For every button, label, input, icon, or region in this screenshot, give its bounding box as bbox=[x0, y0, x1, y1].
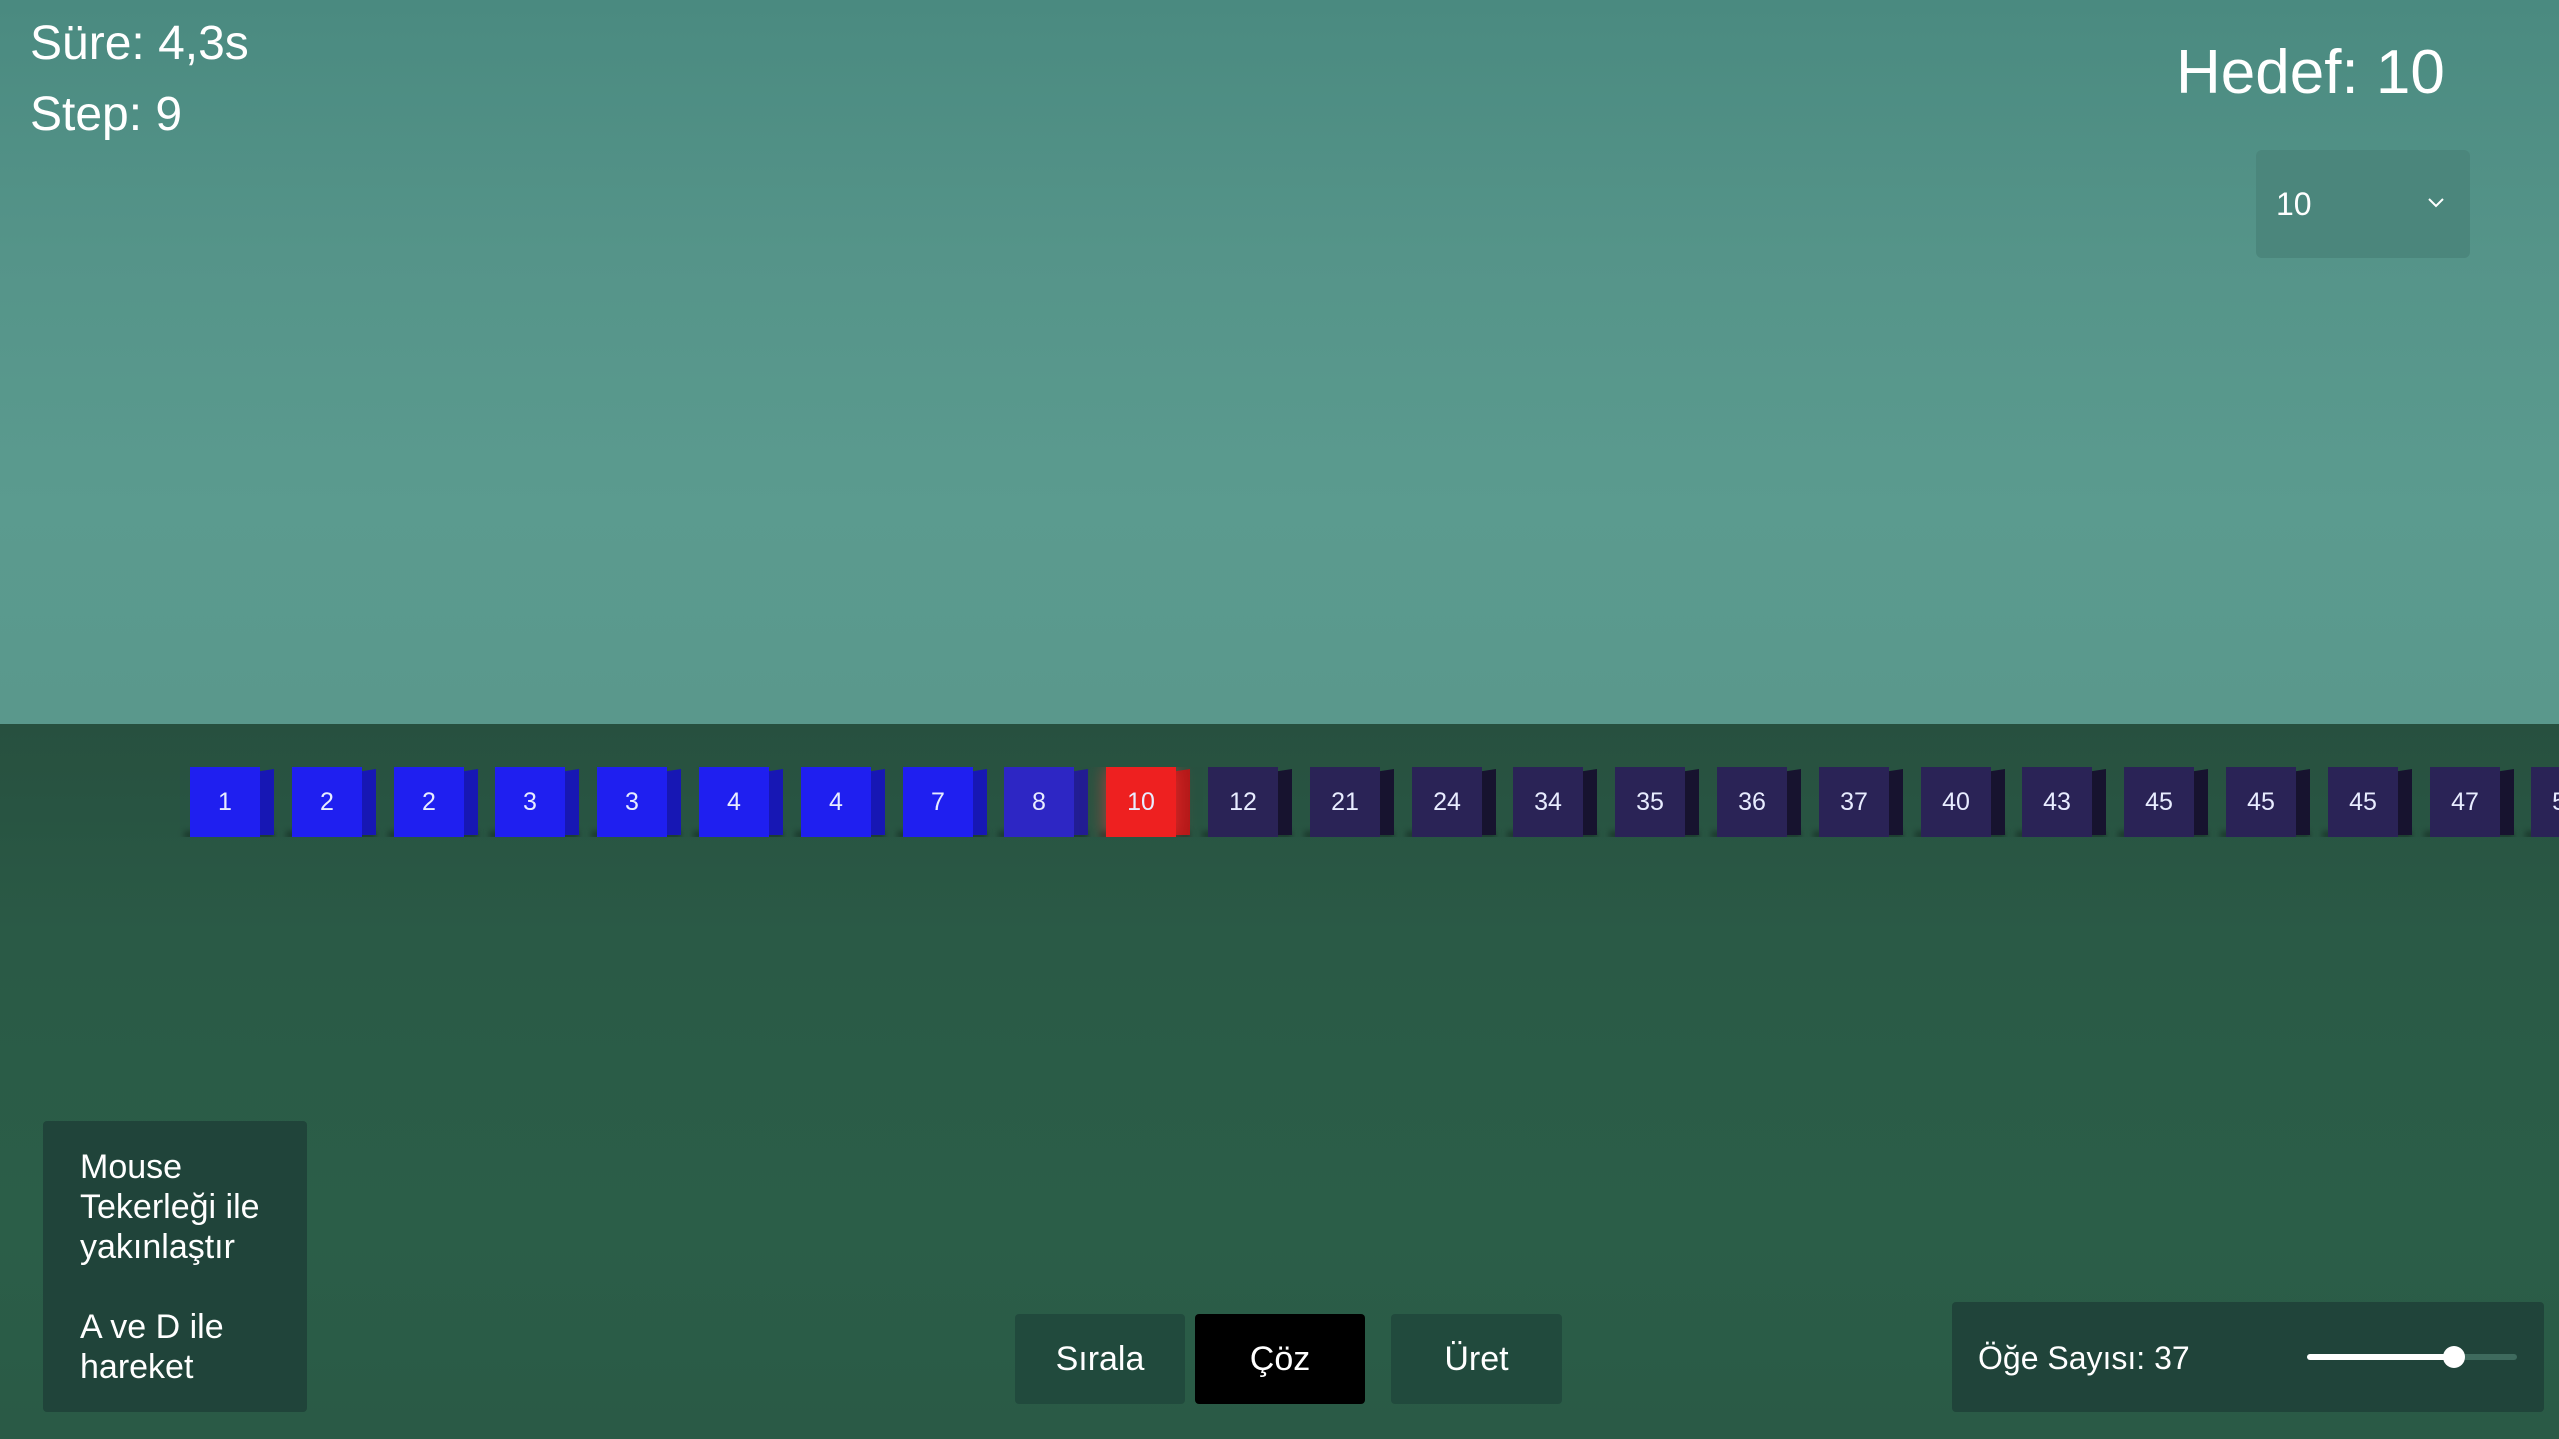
array-cube: 35 bbox=[1609, 767, 1701, 837]
array-cube: 3 bbox=[591, 767, 683, 837]
array-cubes-row: 122334478101221243435363740434545454750 bbox=[0, 767, 2559, 837]
array-cube: 34 bbox=[1507, 767, 1599, 837]
timer-label: Süre: 4,3s bbox=[30, 17, 249, 70]
help-move-text: A ve D ile hareket bbox=[80, 1308, 224, 1386]
array-cube: 2 bbox=[286, 767, 378, 837]
cube-value: 3 bbox=[597, 767, 667, 837]
cube-value: 47 bbox=[2430, 767, 2500, 837]
cube-value: 2 bbox=[394, 767, 464, 837]
array-cube: 7 bbox=[897, 767, 989, 837]
cube-value: 10 bbox=[1106, 767, 1176, 837]
chevron-down-icon bbox=[2428, 198, 2444, 208]
array-cube: 45 bbox=[2118, 767, 2210, 837]
array-cube: 10 bbox=[1100, 767, 1192, 837]
array-cube: 1 bbox=[184, 767, 276, 837]
cube-value: 36 bbox=[1717, 767, 1787, 837]
cube-value: 3 bbox=[495, 767, 565, 837]
array-cube: 24 bbox=[1406, 767, 1498, 837]
array-cube: 4 bbox=[693, 767, 785, 837]
help-zoom-text: Mouse Tekerleği ile yakınlaştır bbox=[80, 1148, 260, 1266]
target-label: Hedef: 10 bbox=[2176, 38, 2445, 107]
cube-value: 37 bbox=[1819, 767, 1889, 837]
array-cube: 47 bbox=[2424, 767, 2516, 837]
array-cube: 50 bbox=[2525, 767, 2559, 837]
target-dropdown-value: 10 bbox=[2276, 185, 2312, 222]
slider-thumb[interactable] bbox=[2443, 1346, 2465, 1368]
cube-value: 45 bbox=[2328, 767, 2398, 837]
item-count-panel: Öğe Sayısı: 37 bbox=[1952, 1302, 2544, 1412]
array-cube: 3 bbox=[489, 767, 581, 837]
array-cube: 36 bbox=[1711, 767, 1803, 837]
cube-value: 2 bbox=[292, 767, 362, 837]
cube-value: 12 bbox=[1208, 767, 1278, 837]
cube-value: 43 bbox=[2022, 767, 2092, 837]
generate-button[interactable]: Üret bbox=[1391, 1314, 1562, 1404]
sky-background bbox=[0, 0, 2559, 724]
cube-value: 45 bbox=[2226, 767, 2296, 837]
array-cube: 40 bbox=[1915, 767, 2007, 837]
cube-value: 34 bbox=[1513, 767, 1583, 837]
item-count-slider[interactable] bbox=[2307, 1346, 2517, 1368]
array-cube: 45 bbox=[2220, 767, 2312, 837]
target-dropdown[interactable]: 10 bbox=[2256, 150, 2470, 258]
cube-value: 7 bbox=[903, 767, 973, 837]
cube-value: 4 bbox=[801, 767, 871, 837]
item-count-label: Öğe Sayısı: 37 bbox=[1978, 1340, 2190, 1376]
array-cube: 45 bbox=[2322, 767, 2414, 837]
array-cube: 4 bbox=[795, 767, 887, 837]
array-cube: 2 bbox=[388, 767, 480, 837]
slider-fill bbox=[2307, 1354, 2454, 1360]
cube-value: 4 bbox=[699, 767, 769, 837]
controls-help-panel: Mouse Tekerleği ile yakınlaştır A ve D i… bbox=[43, 1121, 307, 1412]
cube-value: 35 bbox=[1615, 767, 1685, 837]
cube-value: 1 bbox=[190, 767, 260, 837]
array-cube: 8 bbox=[998, 767, 1090, 837]
array-cube: 43 bbox=[2016, 767, 2108, 837]
cube-value: 40 bbox=[1921, 767, 1991, 837]
array-cube: 21 bbox=[1304, 767, 1396, 837]
cube-value: 8 bbox=[1004, 767, 1074, 837]
cube-value: 21 bbox=[1310, 767, 1380, 837]
cube-value: 45 bbox=[2124, 767, 2194, 837]
cube-value: 24 bbox=[1412, 767, 1482, 837]
step-counter: Step: 9 bbox=[30, 88, 183, 141]
sort-button[interactable]: Sırala bbox=[1015, 1314, 1185, 1404]
array-cube: 37 bbox=[1813, 767, 1905, 837]
cube-value: 50 bbox=[2531, 767, 2559, 837]
solve-button[interactable]: Çöz bbox=[1195, 1314, 1365, 1404]
array-cube: 12 bbox=[1202, 767, 1294, 837]
